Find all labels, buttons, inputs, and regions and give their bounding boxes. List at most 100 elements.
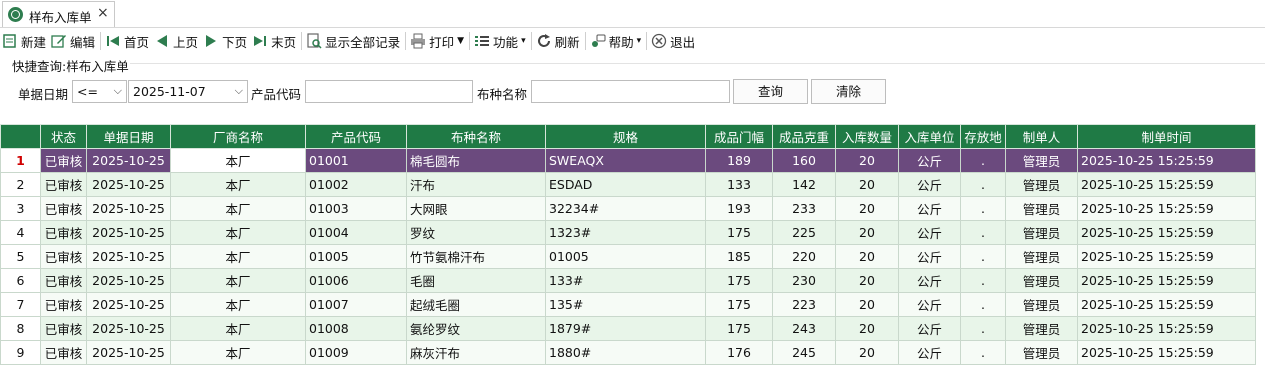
table-cell-loc[interactable]: . bbox=[960, 292, 1006, 317]
new-button[interactable]: 新建 bbox=[0, 30, 49, 52]
table-cell-loc[interactable]: . bbox=[960, 268, 1006, 293]
table-cell-unit[interactable]: 公斤 bbox=[898, 268, 961, 293]
table-cell-maker[interactable]: 管理员 bbox=[1005, 196, 1078, 221]
table-row[interactable]: 4 已审核 2025-10-25 本厂 01004 罗纹 1323# 175 225 20 公斤. 管… bbox=[0, 220, 1256, 245]
table-cell-width[interactable]: 133 bbox=[705, 172, 773, 197]
table-cell-loc[interactable]: . bbox=[960, 220, 1006, 245]
table-cell-status[interactable]: 已审核 bbox=[40, 172, 87, 197]
table-cell-width[interactable]: 185 bbox=[705, 244, 773, 269]
table-row[interactable]: 8 已审核 2025-10-25 本厂 01008 氨纶罗纹 1879# 175 243 20 公斤… bbox=[0, 316, 1256, 341]
table-cell-status[interactable]: 已审核 bbox=[40, 340, 87, 365]
table-cell-time[interactable]: 2025-10-25 15:25:59 bbox=[1077, 268, 1256, 293]
table-cell-date[interactable]: 2025-10-25 bbox=[86, 148, 171, 173]
table-cell-width[interactable]: 189 bbox=[705, 148, 773, 173]
table-cell-qty[interactable]: 20 bbox=[835, 172, 899, 197]
table-cell-vendor[interactable]: 本厂 bbox=[170, 220, 306, 245]
table-cell-unit[interactable]: 公斤 bbox=[898, 244, 961, 269]
row-number-cell[interactable]: 5 bbox=[0, 244, 41, 269]
table-cell-code[interactable]: 01005 bbox=[305, 244, 407, 269]
table-cell-unit[interactable]: 公斤 bbox=[898, 292, 961, 317]
table-cell-spec[interactable]: 133# bbox=[545, 268, 706, 293]
table-cell-status[interactable]: 已审核 bbox=[40, 244, 87, 269]
exit-button[interactable]: 退出 bbox=[649, 30, 698, 52]
table-cell-vendor[interactable]: 本厂 bbox=[170, 316, 306, 341]
table-cell-date[interactable]: 2025-10-25 bbox=[86, 196, 171, 221]
table-cell-time[interactable]: 2025-10-25 15:25:59 bbox=[1077, 292, 1256, 317]
table-cell-loc[interactable]: . bbox=[960, 244, 1006, 269]
table-cell-date[interactable]: 2025-10-25 bbox=[86, 244, 171, 269]
column-header[interactable]: 成品克重 bbox=[772, 124, 836, 149]
table-cell-qty[interactable]: 20 bbox=[835, 244, 899, 269]
table-cell-code[interactable]: 01009 bbox=[305, 340, 407, 365]
table-cell-unit[interactable]: 公斤 bbox=[898, 340, 961, 365]
table-cell-unit[interactable]: 公斤 bbox=[898, 220, 961, 245]
table-cell-loc[interactable]: . bbox=[960, 316, 1006, 341]
table-cell-width[interactable]: 193 bbox=[705, 196, 773, 221]
table-cell-name[interactable]: 起绒毛圈 bbox=[406, 292, 546, 317]
table-cell-date[interactable]: 2025-10-25 bbox=[86, 268, 171, 293]
table-cell-loc[interactable]: . bbox=[960, 340, 1006, 365]
search-button[interactable]: 查询 bbox=[733, 79, 808, 104]
column-header[interactable]: 成品门幅 bbox=[705, 124, 773, 149]
table-cell-spec[interactable]: 135# bbox=[545, 292, 706, 317]
table-cell-status[interactable]: 已审核 bbox=[40, 148, 87, 173]
table-cell-name[interactable]: 氨纶罗纹 bbox=[406, 316, 546, 341]
column-header[interactable]: 制单人 bbox=[1005, 124, 1078, 149]
table-cell-loc[interactable]: . bbox=[960, 172, 1006, 197]
table-cell-vendor[interactable]: 本厂 bbox=[170, 244, 306, 269]
table-cell-name[interactable]: 毛圈 bbox=[406, 268, 546, 293]
table-cell-width[interactable]: 175 bbox=[705, 316, 773, 341]
table-cell-code[interactable]: 01001 bbox=[305, 148, 407, 173]
table-cell-weight[interactable]: 160 bbox=[772, 148, 836, 173]
column-header[interactable]: 产品代码 bbox=[305, 124, 407, 149]
table-cell-name[interactable]: 竹节氨棉汗布 bbox=[406, 244, 546, 269]
row-number-cell[interactable]: 9 bbox=[0, 340, 41, 365]
column-header[interactable]: 入库数量 bbox=[835, 124, 899, 149]
table-cell-date[interactable]: 2025-10-25 bbox=[86, 220, 171, 245]
table-cell-name[interactable]: 罗纹 bbox=[406, 220, 546, 245]
table-cell-code[interactable]: 01007 bbox=[305, 292, 407, 317]
column-header[interactable]: 规格 bbox=[545, 124, 706, 149]
table-cell-weight[interactable]: 220 bbox=[772, 244, 836, 269]
first-page-button[interactable]: 首页 bbox=[103, 30, 152, 52]
table-cell-width[interactable]: 175 bbox=[705, 292, 773, 317]
table-row[interactable]: 7 已审核 2025-10-25 本厂 01007 起绒毛圈 135# 175 223 20 公斤.… bbox=[0, 292, 1256, 317]
last-page-button[interactable]: 末页 bbox=[250, 30, 299, 52]
tab-sample-fabric-inbound[interactable]: 样布入库单 × bbox=[2, 1, 115, 27]
table-cell-date[interactable]: 2025-10-25 bbox=[86, 316, 171, 341]
table-cell-code[interactable]: 01004 bbox=[305, 220, 407, 245]
table-cell-qty[interactable]: 20 bbox=[835, 316, 899, 341]
table-cell-code[interactable]: 01008 bbox=[305, 316, 407, 341]
table-cell-weight[interactable]: 230 bbox=[772, 268, 836, 293]
table-cell-time[interactable]: 2025-10-25 15:25:59 bbox=[1077, 172, 1256, 197]
table-cell-name[interactable]: 棉毛圆布 bbox=[406, 148, 546, 173]
column-header[interactable]: 厂商名称 bbox=[170, 124, 306, 149]
table-cell-date[interactable]: 2025-10-25 bbox=[86, 172, 171, 197]
table-cell-qty[interactable]: 20 bbox=[835, 196, 899, 221]
table-cell-weight[interactable]: 225 bbox=[772, 220, 836, 245]
table-cell-status[interactable]: 已审核 bbox=[40, 268, 87, 293]
table-cell-vendor[interactable]: 本厂 bbox=[170, 268, 306, 293]
table-cell-spec[interactable]: 1880# bbox=[545, 340, 706, 365]
table-cell-time[interactable]: 2025-10-25 15:25:59 bbox=[1077, 148, 1256, 173]
row-number-cell[interactable]: 8 bbox=[0, 316, 41, 341]
function-button[interactable]: 功能 ▾ bbox=[472, 30, 529, 52]
column-header[interactable]: 单据日期 bbox=[86, 124, 171, 149]
table-row[interactable]: 3 已审核 2025-10-25 本厂 01003 大网眼 32234# 193 233 20 公斤… bbox=[0, 196, 1256, 221]
column-header[interactable]: 布种名称 bbox=[406, 124, 546, 149]
table-cell-qty[interactable]: 20 bbox=[835, 148, 899, 173]
column-header[interactable]: 入库单位 bbox=[898, 124, 961, 149]
row-number-cell[interactable]: 1 bbox=[0, 148, 41, 173]
table-cell-loc[interactable]: . bbox=[960, 148, 1006, 173]
table-cell-time[interactable]: 2025-10-25 15:25:59 bbox=[1077, 196, 1256, 221]
column-header[interactable]: 状态 bbox=[40, 124, 87, 149]
date-operator-select[interactable]: <= ⌵ bbox=[72, 80, 127, 103]
table-cell-vendor[interactable]: 本厂 bbox=[170, 148, 306, 173]
print-button[interactable]: 打印 ▼ bbox=[408, 30, 467, 52]
table-cell-maker[interactable]: 管理员 bbox=[1005, 172, 1078, 197]
table-cell-status[interactable]: 已审核 bbox=[40, 292, 87, 317]
table-cell-spec[interactable]: 1323# bbox=[545, 220, 706, 245]
clear-button[interactable]: 清除 bbox=[811, 79, 886, 104]
table-cell-width[interactable]: 175 bbox=[705, 220, 773, 245]
date-picker[interactable]: 2025-11-07 ⌵ bbox=[128, 80, 248, 103]
